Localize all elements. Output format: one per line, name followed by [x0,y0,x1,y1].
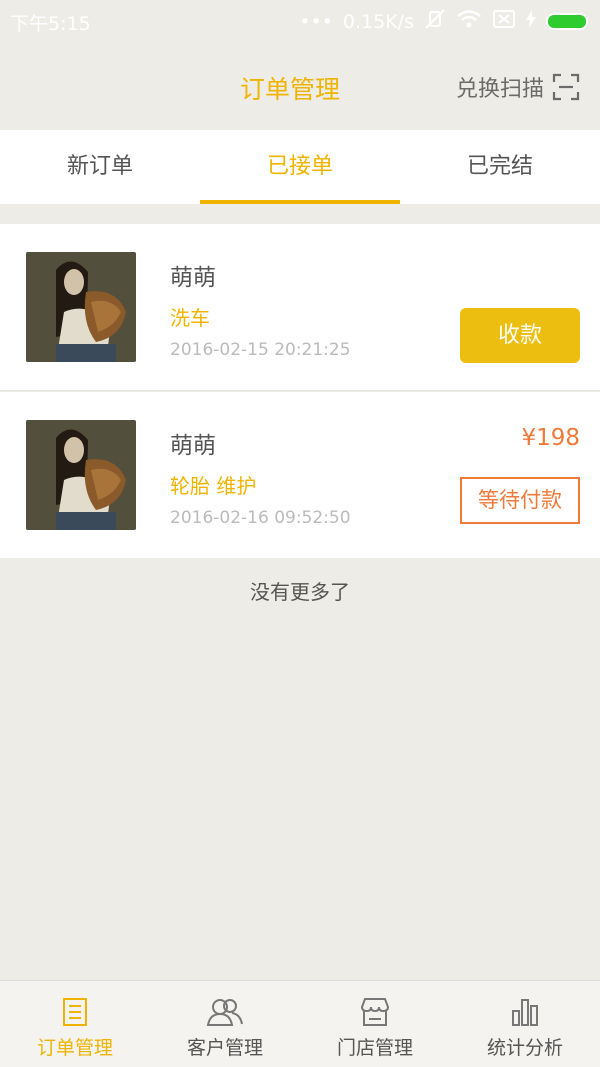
network-speed: 0.15K/s [342,10,414,33]
service-type: 洗车 [170,306,210,330]
status-time: 下午5:15 [10,13,91,35]
scan-icon [552,73,580,101]
more-dots-icon: ••• [299,10,333,33]
awaiting-payment-badge: 等待付款 [460,477,580,524]
collect-payment-button[interactable]: 收款 [460,308,580,363]
tab-completed-orders[interactable]: 已完结 [400,130,600,204]
bar-chart-icon [450,993,600,1031]
customer-name: 萌萌 [170,265,216,291]
vibrate-icon [424,8,446,35]
nav-label: 门店管理 [336,1037,413,1059]
nav-order-management[interactable]: 订单管理 [0,981,150,1067]
status-icons: ••• 0.15K/s [299,8,588,35]
order-tabs: 新订单 已接单 已完结 [0,130,600,204]
avatar [26,420,136,530]
status-bar: 下午5:15 ••• 0.15K/s [0,0,600,44]
nav-customer-management[interactable]: 客户管理 [150,981,300,1067]
scan-label: 兑换扫描 [455,77,544,102]
order-time: 2016-02-15 20:21:25 [170,340,351,360]
avatar [26,252,136,362]
tab-new-orders[interactable]: 新订单 [0,130,200,204]
customer-name: 萌萌 [170,433,216,459]
order-time: 2016-02-16 09:52:50 [170,508,351,528]
nav-store-management[interactable]: 门店管理 [300,981,450,1067]
store-icon [300,993,450,1031]
nav-label: 统计分析 [486,1037,563,1059]
header: 订单管理 兑换扫描 [0,44,600,130]
order-card[interactable]: 萌萌 轮胎 维护 2016-02-16 09:52:50 ¥198 等待付款 [0,392,600,558]
nav-label: 订单管理 [36,1037,113,1059]
charging-icon [526,10,536,33]
nav-label: 客户管理 [186,1037,263,1059]
no-more-text: 没有更多了 [250,580,350,604]
wifi-icon [456,9,482,34]
list-icon [0,993,150,1031]
divider [0,390,600,391]
users-icon [150,993,300,1031]
sim-icon [492,9,516,34]
scan-button[interactable]: 兑换扫描 [456,71,580,103]
order-price: ¥198 [521,425,580,451]
tab-accepted-orders[interactable]: 已接单 [200,130,400,204]
bottom-nav: 订单管理 客户管理 门店管理 统计分析 [0,980,600,1067]
nav-statistics[interactable]: 统计分析 [450,981,600,1067]
battery-icon [546,13,588,30]
order-card[interactable]: 萌萌 洗车 2016-02-15 20:21:25 收款 [0,224,600,390]
service-type: 轮胎 维护 [170,474,257,498]
